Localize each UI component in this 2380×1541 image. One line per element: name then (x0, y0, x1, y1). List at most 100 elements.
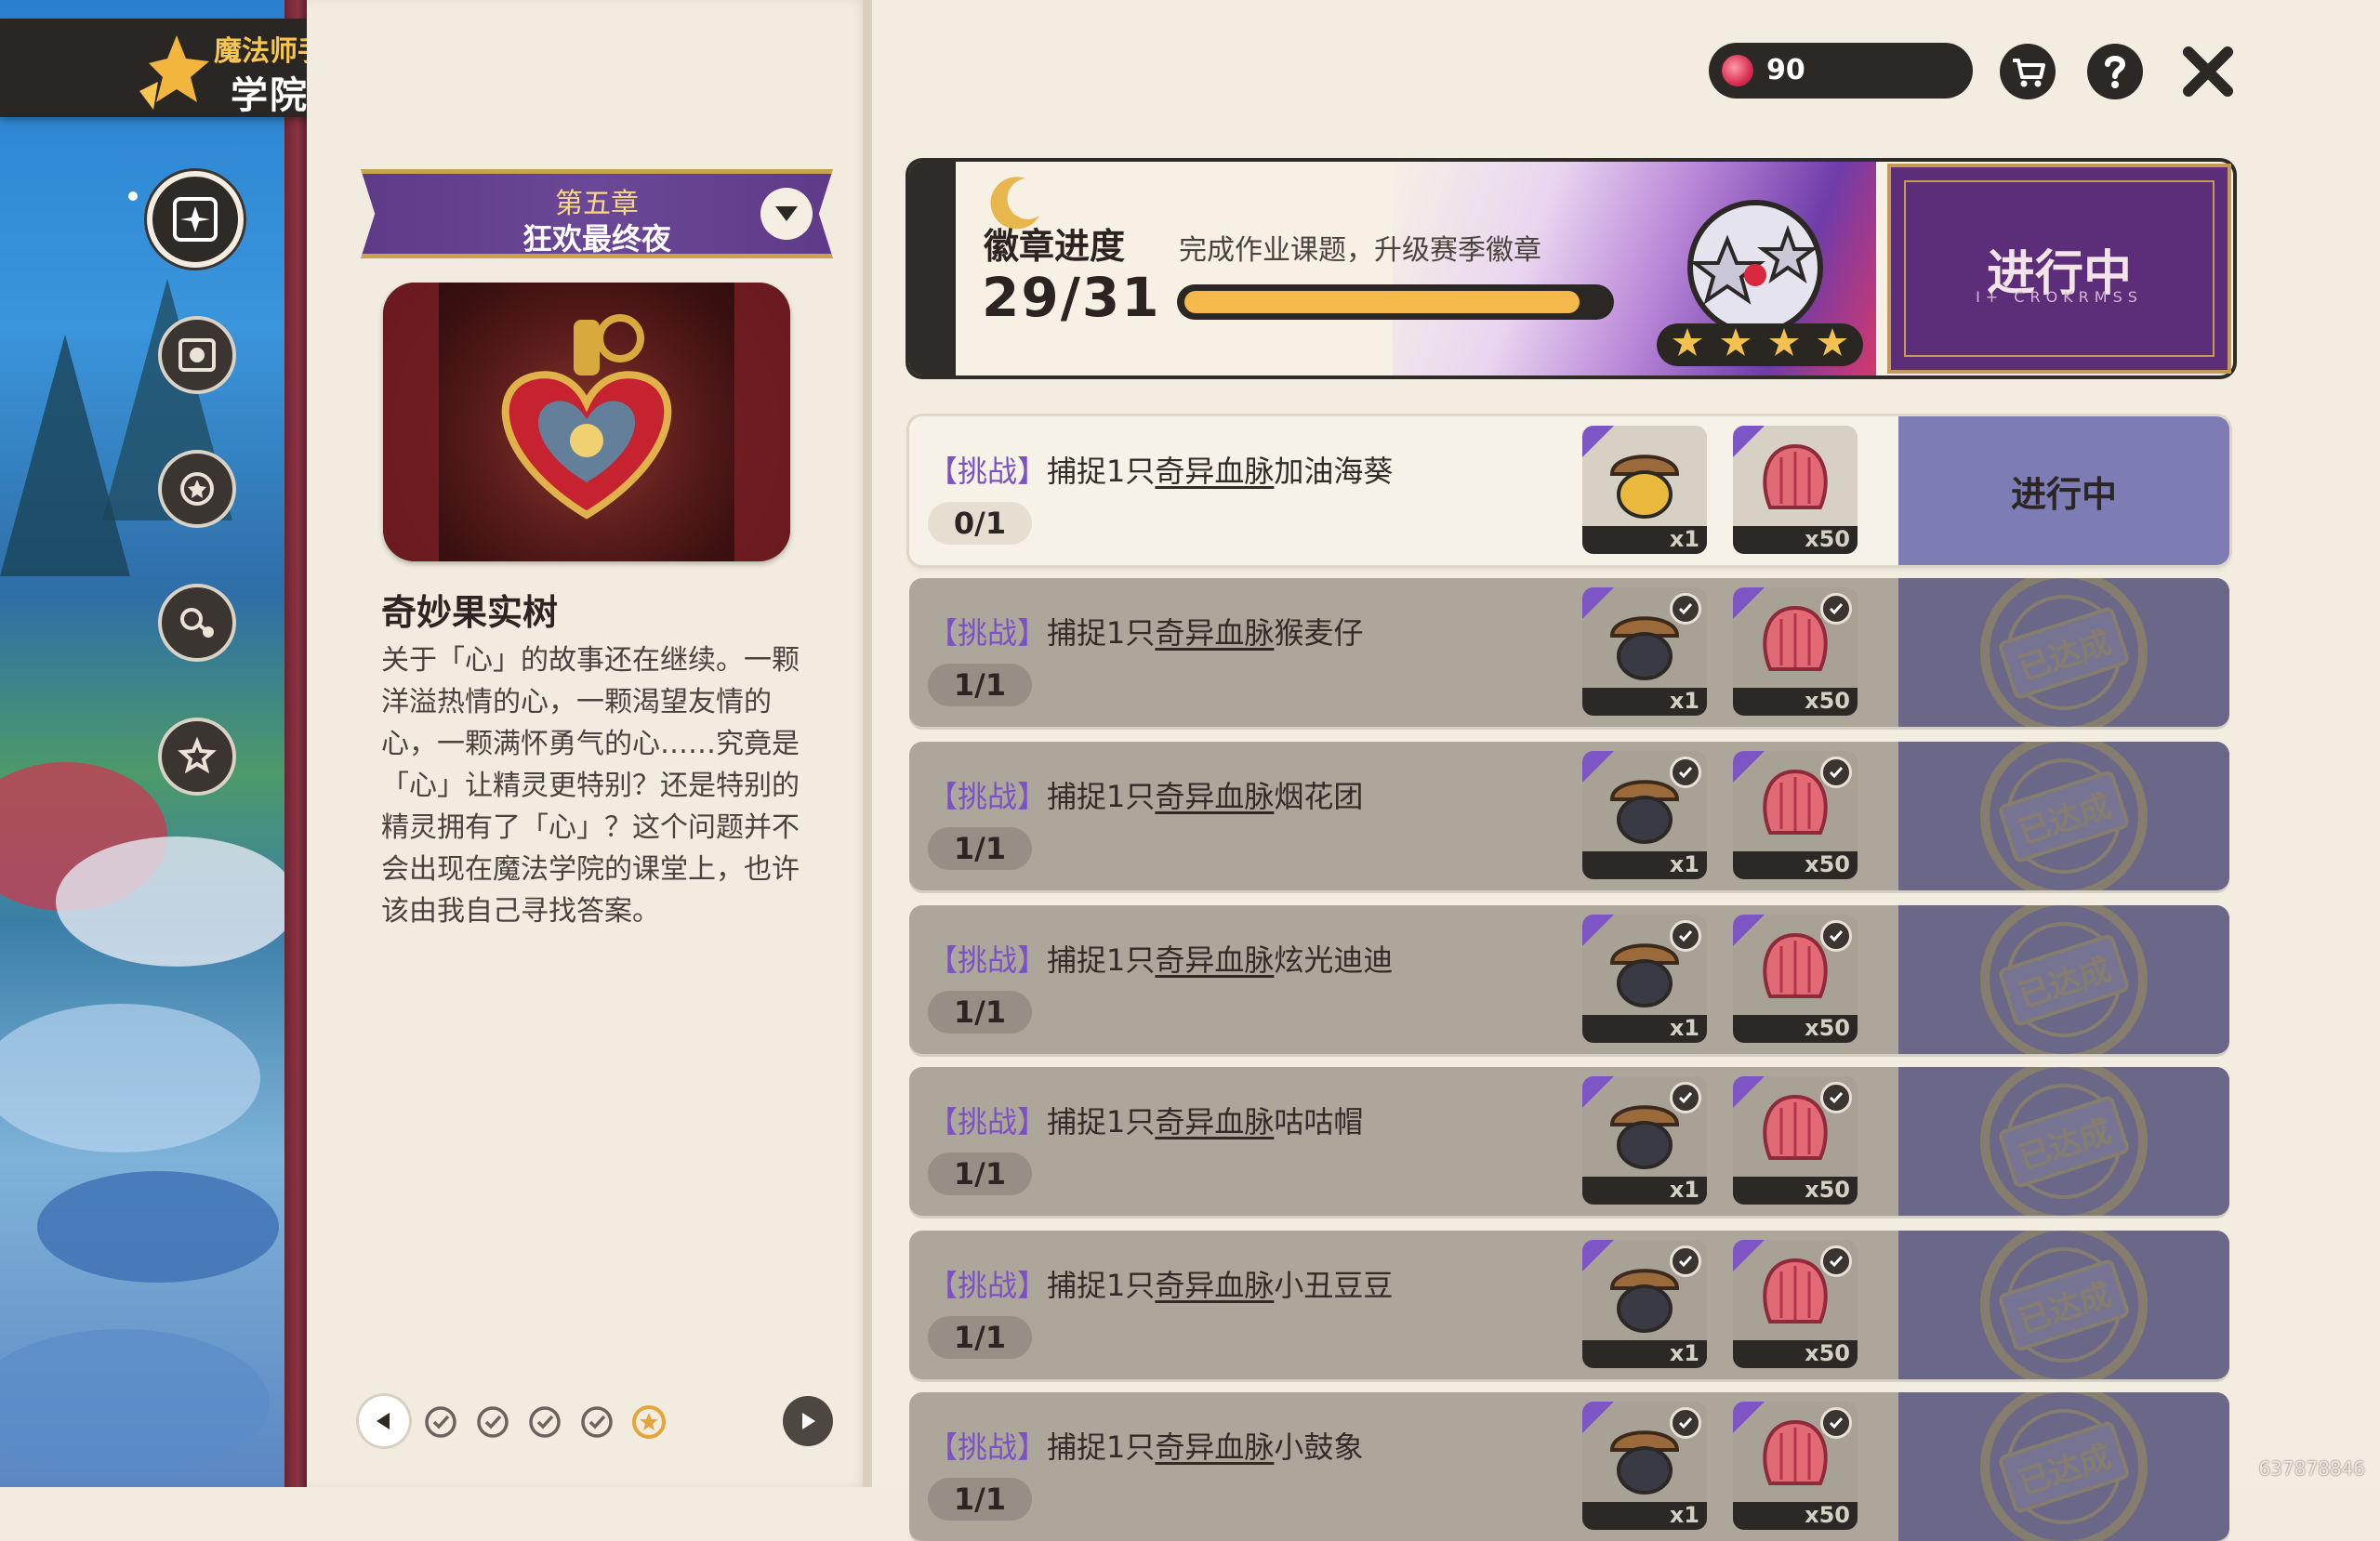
reward-item[interactable]: x50 (1733, 751, 1858, 879)
claimed-check-icon (1820, 1407, 1852, 1439)
reward-item[interactable]: x1 (1582, 1240, 1707, 1368)
reward-quantity: x50 (1805, 688, 1850, 714)
nav-challenge[interactable] (158, 316, 236, 394)
triangle-right-icon (802, 1413, 815, 1429)
task-tag: 【挑战】 (928, 454, 1048, 489)
task-prefix: 捕捉1只 (1047, 615, 1156, 651)
pager-dot[interactable] (422, 1403, 459, 1441)
task-keyword: 奇异血脉 (1155, 615, 1275, 651)
task-description: 【挑战】捕捉1只奇异血脉猴麦仔 (928, 610, 1363, 652)
badge-subtitle: 完成作业课题，升级赛季徽章 (1179, 234, 1541, 267)
reward-item[interactable]: x1 (1582, 915, 1707, 1043)
star-icon (1670, 325, 1705, 364)
nav-homework[interactable] (147, 171, 244, 268)
currency-display: 90 (1709, 43, 1973, 99)
task-target: 炫光迪迪 (1274, 942, 1394, 978)
task-target: 猴麦仔 (1274, 615, 1364, 651)
task-row[interactable]: 【挑战】捕捉1只奇异血脉小鼓象 1/1 x1 x50 已达成 (909, 1392, 2229, 1541)
currency-amount: 90 (1766, 54, 1805, 86)
chapter-dropdown-button[interactable] (760, 188, 813, 240)
reward-item[interactable]: x1 (1582, 1076, 1707, 1205)
task-tag: 【挑战】 (928, 942, 1048, 978)
completed-stamp: 已达成 (1980, 1067, 2148, 1216)
task-progress: 0/1 (928, 502, 1032, 545)
story-illustration (383, 283, 790, 561)
reward-quantity: x1 (1669, 1177, 1699, 1203)
task-row[interactable]: 【挑战】捕捉1只奇异血脉烟花团 1/1 x1 x50 已达成 (909, 742, 2229, 890)
badge-stars (1657, 323, 1863, 366)
next-page-button[interactable] (783, 1396, 833, 1446)
star-moon-icon (180, 472, 214, 506)
question-icon (2087, 44, 2143, 99)
academy-logo-icon (139, 35, 209, 110)
task-keyword: 奇异血脉 (1155, 779, 1275, 814)
task-progress: 1/1 (928, 827, 1032, 870)
task-row[interactable]: 【挑战】捕捉1只奇异血脉加油海葵 0/1 x1 x50 进行中 (909, 416, 2229, 565)
task-keyword: 奇异血脉 (1155, 1429, 1275, 1465)
task-status-label: 进行中 (2010, 473, 2117, 515)
reward-item[interactable]: x50 (1733, 1076, 1858, 1205)
nav-stars[interactable] (158, 450, 236, 528)
claimed-check-icon (1820, 1082, 1852, 1113)
sidebar-divider (284, 0, 307, 1487)
nav-connections[interactable] (158, 584, 236, 662)
task-target: 小丑豆豆 (1274, 1268, 1394, 1303)
badge-status-panel: 进行中 I+ CROKRMSS (1887, 164, 2231, 374)
claimed-check-icon (1670, 757, 1701, 788)
check-circle-icon (425, 1406, 456, 1438)
close-button[interactable] (2177, 41, 2239, 102)
task-keyword: 奇异血脉 (1155, 1268, 1275, 1303)
task-status: 已达成 (1898, 1392, 2229, 1541)
star-circle-icon (632, 1405, 666, 1439)
task-row[interactable]: 【挑战】捕捉1只奇异血脉小丑豆豆 1/1 x1 x50 已达成 (909, 1231, 2229, 1379)
star-icon (1766, 325, 1802, 364)
reward-quantity: x1 (1669, 1340, 1699, 1366)
reward-item[interactable]: x50 (1733, 1402, 1858, 1530)
completed-stamp: 已达成 (1980, 578, 2148, 727)
heart-ornament-icon (383, 283, 790, 561)
close-icon (2183, 46, 2233, 97)
task-target: 烟花团 (1274, 779, 1364, 814)
reward-item[interactable]: x50 (1733, 1240, 1858, 1368)
reward-item[interactable]: x50 (1733, 426, 1858, 554)
star-molecule-icon (180, 608, 214, 638)
badge-title: 徽章进度 (984, 226, 1126, 267)
pager-dot[interactable] (526, 1403, 563, 1441)
reward-item[interactable]: x1 (1582, 1402, 1707, 1530)
claimed-check-icon (1820, 1245, 1852, 1277)
task-description: 【挑战】捕捉1只奇异血脉小丑豆豆 (928, 1262, 1393, 1305)
nav-season[interactable] (158, 718, 236, 796)
badge-progress-bar (1177, 284, 1614, 320)
pager-dot[interactable] (578, 1403, 615, 1441)
chevron-down-icon (775, 206, 798, 221)
star-icon (1815, 325, 1850, 364)
pager-dot[interactable] (630, 1403, 668, 1441)
task-row[interactable]: 【挑战】捕捉1只奇异血脉猴麦仔 1/1 x1 x50 已达成 (909, 578, 2229, 727)
pager-dot[interactable] (474, 1403, 511, 1441)
reward-quantity: x1 (1669, 526, 1699, 552)
reward-item[interactable]: x50 (1733, 587, 1858, 716)
task-status: 已达成 (1898, 578, 2229, 727)
shop-button[interactable] (1997, 41, 2058, 102)
claimed-check-icon (1820, 757, 1852, 788)
task-prefix: 捕捉1只 (1047, 1268, 1156, 1303)
book-spine (863, 0, 872, 1487)
task-row[interactable]: 【挑战】捕捉1只奇异血脉炫光迪迪 1/1 x1 x50 已达成 (909, 905, 2229, 1054)
claimed-check-icon (1670, 1245, 1701, 1277)
task-progress: 1/1 (928, 1152, 1032, 1195)
reward-item[interactable]: x1 (1582, 587, 1707, 716)
reward-item[interactable]: x1 (1582, 426, 1707, 554)
prev-page-button[interactable] (359, 1396, 409, 1446)
reward-item[interactable]: x50 (1733, 915, 1858, 1043)
compass-book-icon (173, 197, 218, 242)
claimed-check-icon (1820, 920, 1852, 952)
task-description: 【挑战】捕捉1只奇异血脉小鼓象 (928, 1424, 1363, 1467)
reward-item[interactable]: x1 (1582, 751, 1707, 879)
claimed-check-icon (1670, 920, 1701, 952)
rune-strip (909, 162, 956, 375)
reward-quantity: x1 (1669, 1502, 1699, 1528)
task-row[interactable]: 【挑战】捕捉1只奇异血脉咕咕帽 1/1 x1 x50 已达成 (909, 1067, 2229, 1216)
claimed-check-icon (1670, 1407, 1701, 1439)
help-button[interactable] (2084, 41, 2146, 102)
star-icon (1718, 325, 1753, 364)
